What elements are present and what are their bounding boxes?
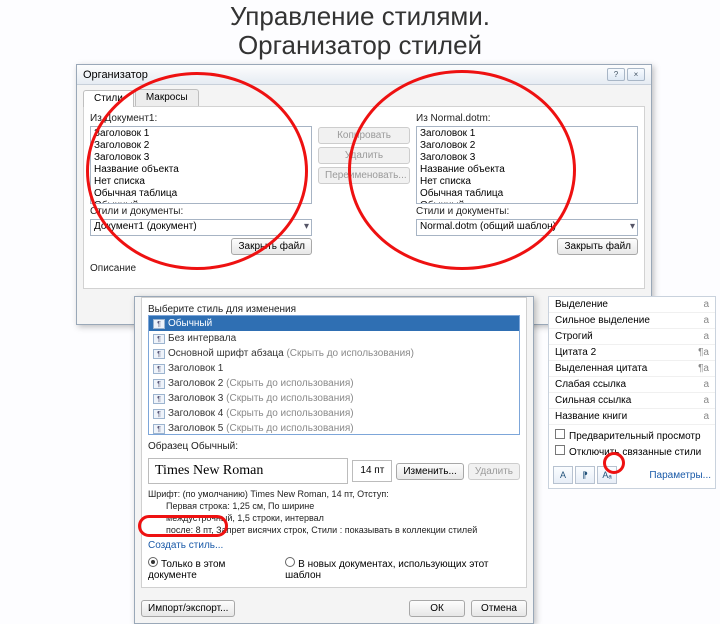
list-item[interactable]: Обычный bbox=[418, 200, 636, 204]
list-item[interactable]: ¶Заголовок 3 (Скрыть до использования) bbox=[149, 391, 519, 406]
style-row[interactable]: Сильное выделениеa bbox=[549, 313, 715, 329]
list-item[interactable]: Заголовок 3 bbox=[418, 152, 636, 164]
sample-size: 14 пт bbox=[352, 460, 392, 482]
styles-pane: ВыделениеaСильное выделениеaСтрогийaЦита… bbox=[548, 296, 716, 489]
paragraph-icon: ¶ bbox=[153, 349, 165, 359]
radio-new-docs[interactable] bbox=[285, 557, 295, 567]
disable-linked-row[interactable]: Отключить связанные стили bbox=[555, 445, 709, 458]
organizer-left-col: Из Документ1: Заголовок 1Заголовок 2Заго… bbox=[90, 113, 312, 255]
paragraph-icon: ¶ bbox=[153, 334, 165, 344]
list-item[interactable]: Обычная таблица bbox=[92, 188, 310, 200]
style-row[interactable]: Цитата 2¶a bbox=[549, 345, 715, 361]
checkbox-icon[interactable] bbox=[555, 429, 565, 439]
style-type-icon: a bbox=[703, 315, 709, 326]
list-item[interactable]: Нет списка bbox=[92, 176, 310, 188]
style-type-icon: a bbox=[703, 379, 709, 390]
style-type-icon: a bbox=[703, 411, 709, 422]
delete-style-button: Удалить bbox=[468, 463, 520, 480]
style-tool-icon-3[interactable]: Aₐ bbox=[597, 466, 617, 484]
modify-button[interactable]: Изменить... bbox=[396, 463, 463, 480]
style-row[interactable]: Слабая ссылкаa bbox=[549, 377, 715, 393]
style-row[interactable]: Выделениеa bbox=[549, 297, 715, 313]
paragraph-icon: ¶ bbox=[153, 379, 165, 389]
organizer-title: Организатор bbox=[83, 69, 148, 81]
ok-button[interactable]: ОК bbox=[409, 600, 465, 617]
list-item[interactable]: ¶Заголовок 4 (Скрыть до использования) bbox=[149, 406, 519, 421]
list-item[interactable]: Обычный bbox=[92, 200, 310, 204]
organizer-titlebar: Организатор ? × bbox=[77, 65, 651, 85]
font-description: Шрифт: (по умолчанию) Times New Roman, 1… bbox=[148, 488, 520, 536]
checkbox-icon[interactable] bbox=[555, 445, 565, 455]
left-docs-label: Стили и документы: bbox=[90, 206, 312, 217]
sample-label: Образец Обычный: bbox=[148, 441, 520, 452]
left-close-file-button[interactable]: Закрыть файл bbox=[231, 238, 312, 255]
create-style-link[interactable]: Создать стиль... bbox=[148, 540, 223, 551]
list-item[interactable]: ¶Заголовок 1 bbox=[149, 361, 519, 376]
pick-style-label: Выберите стиль для изменения bbox=[148, 304, 520, 315]
style-type-icon: a bbox=[703, 299, 709, 310]
list-item[interactable]: Заголовок 2 bbox=[418, 140, 636, 152]
style-row[interactable]: Выделенная цитата¶a bbox=[549, 361, 715, 377]
slide-title-line1: Управление стилями. bbox=[0, 2, 720, 31]
style-type-icon: ¶a bbox=[698, 347, 709, 358]
tab-macros[interactable]: Макросы bbox=[135, 89, 199, 106]
list-item[interactable]: ¶Заголовок 5 (Скрыть до использования) bbox=[149, 421, 519, 435]
left-doc-combo[interactable]: Документ1 (документ) bbox=[90, 219, 312, 236]
slide-title: Управление стилями. Организатор стилей bbox=[0, 0, 720, 65]
paragraph-icon: ¶ bbox=[153, 364, 165, 374]
left-source-label: Из Документ1: bbox=[90, 113, 312, 124]
list-item[interactable]: Заголовок 3 bbox=[92, 152, 310, 164]
organizer-mid-buttons: Копировать Удалить Переименовать... bbox=[318, 113, 410, 255]
list-item[interactable]: Название объекта bbox=[92, 164, 310, 176]
tab-styles[interactable]: Стили bbox=[83, 90, 134, 107]
style-type-icon: a bbox=[703, 395, 709, 406]
right-doc-combo[interactable]: Normal.dotm (общий шаблон) bbox=[416, 219, 638, 236]
style-tool-icon-2[interactable]: ⁋ bbox=[575, 466, 595, 484]
style-type-icon: a bbox=[703, 331, 709, 342]
copy-button: Копировать bbox=[318, 127, 410, 144]
list-item[interactable]: Название объекта bbox=[418, 164, 636, 176]
left-style-list[interactable]: Заголовок 1Заголовок 2Заголовок 3Названи… bbox=[90, 126, 312, 204]
list-item[interactable]: ¶Заголовок 2 (Скрыть до использования) bbox=[149, 376, 519, 391]
close-icon[interactable]: × bbox=[627, 68, 645, 81]
delete-button: Удалить bbox=[318, 147, 410, 164]
cancel-button[interactable]: Отмена bbox=[471, 600, 527, 617]
right-source-label: Из Normal.dotm: bbox=[416, 113, 638, 124]
list-item[interactable]: ¶Основной шрифт абзаца (Скрыть до исполь… bbox=[149, 346, 519, 361]
paragraph-icon: ¶ bbox=[153, 424, 165, 434]
style-select-list[interactable]: ¶Обычный¶Без интервала¶Основной шрифт аб… bbox=[148, 315, 520, 435]
list-item[interactable]: Нет списка bbox=[418, 176, 636, 188]
style-row[interactable]: Название книгиa bbox=[549, 409, 715, 425]
rename-button: Переименовать... bbox=[318, 167, 410, 184]
style-row[interactable]: Строгийa bbox=[549, 329, 715, 345]
description-label: Описание bbox=[90, 259, 638, 282]
slide-title-line2: Организатор стилей bbox=[0, 31, 720, 60]
right-close-file-button[interactable]: Закрыть файл bbox=[557, 238, 638, 255]
preview-checkbox-row[interactable]: Предварительный просмотр bbox=[555, 429, 709, 442]
radio-this-doc[interactable] bbox=[148, 557, 158, 567]
organizer-right-col: Из Normal.dotm: Заголовок 1Заголовок 2За… bbox=[416, 113, 638, 255]
sample-preview: Times New Roman bbox=[148, 458, 348, 484]
organizer-dialog: Организатор ? × Стили Макросы Из Докумен… bbox=[76, 64, 652, 325]
help-icon[interactable]: ? bbox=[607, 68, 625, 81]
style-tool-icon-1[interactable]: A bbox=[553, 466, 573, 484]
organizer-tabs: Стили Макросы bbox=[77, 85, 651, 106]
paragraph-icon: ¶ bbox=[153, 319, 165, 329]
list-item[interactable]: ¶Без интервала bbox=[149, 331, 519, 346]
style-type-icon: ¶a bbox=[698, 363, 709, 374]
right-docs-label: Стили и документы: bbox=[416, 206, 638, 217]
right-style-list[interactable]: Заголовок 1Заголовок 2Заголовок 3Названи… bbox=[416, 126, 638, 204]
paragraph-icon: ¶ bbox=[153, 394, 165, 404]
options-link[interactable]: Параметры... bbox=[649, 470, 711, 481]
manage-styles-dialog: Выберите стиль для изменения ¶Обычный¶Бе… bbox=[134, 296, 534, 624]
list-item[interactable]: ¶Обычный bbox=[149, 316, 519, 331]
list-item[interactable]: Заголовок 1 bbox=[418, 128, 636, 140]
list-item[interactable]: Заголовок 2 bbox=[92, 140, 310, 152]
import-export-button[interactable]: Импорт/экспорт... bbox=[141, 600, 235, 617]
paragraph-icon: ¶ bbox=[153, 409, 165, 419]
list-item[interactable]: Заголовок 1 bbox=[92, 128, 310, 140]
style-row[interactable]: Сильная ссылкаa bbox=[549, 393, 715, 409]
list-item[interactable]: Обычная таблица bbox=[418, 188, 636, 200]
